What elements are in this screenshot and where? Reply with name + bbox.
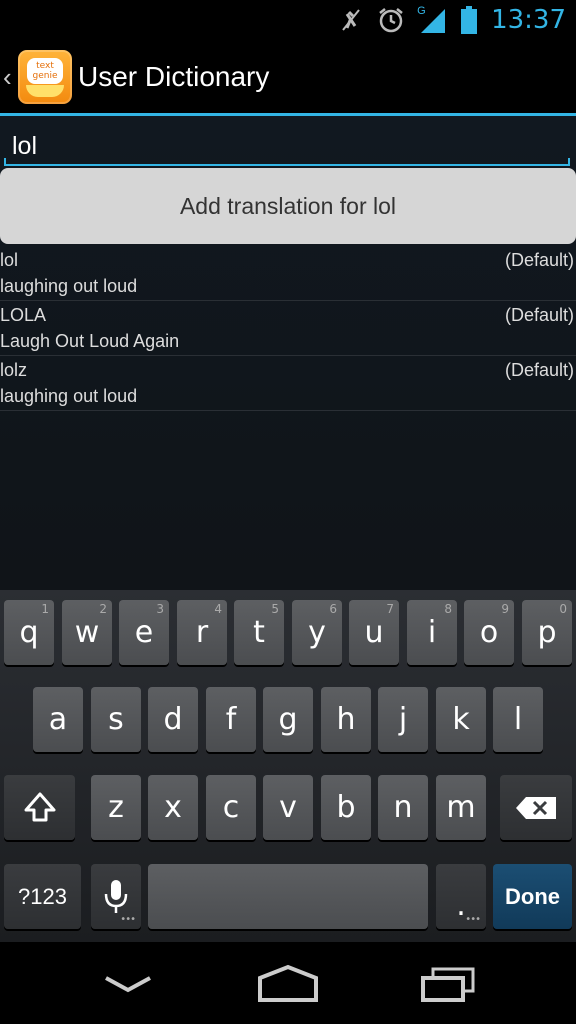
back-button[interactable]	[96, 962, 160, 1006]
up-caret-icon: ‹	[3, 62, 12, 92]
app-icon: text genie	[18, 50, 72, 104]
recents-button[interactable]	[416, 962, 480, 1006]
app-icon-text: text genie	[32, 61, 58, 81]
list-item[interactable]: lol (Default) laughing out loud	[0, 246, 576, 301]
key-a[interactable]: a	[33, 687, 83, 752]
microphone-icon	[104, 879, 128, 913]
key-b[interactable]: b	[321, 775, 371, 840]
symbols-key[interactable]: ?123	[4, 864, 81, 929]
list-item[interactable]: lolz (Default) laughing out loud	[0, 356, 576, 411]
key-k[interactable]: k	[436, 687, 486, 752]
entry-word: LOLA	[0, 305, 47, 325]
search-input[interactable]: lol	[4, 122, 570, 166]
home-icon	[258, 964, 318, 1002]
key-m[interactable]: m	[436, 775, 486, 840]
alarm-icon	[377, 6, 405, 34]
key-v[interactable]: v	[263, 775, 313, 840]
key-g[interactable]: g	[263, 687, 313, 752]
network-type-label: G	[417, 5, 426, 17]
key-y[interactable]: y6	[292, 600, 342, 665]
key-c[interactable]: c	[206, 775, 256, 840]
search-underline	[4, 158, 570, 166]
done-key[interactable]: Done	[493, 864, 572, 929]
key-p[interactable]: p0	[522, 600, 572, 665]
list-item[interactable]: LOLA (Default) Laugh Out Loud Again	[0, 301, 576, 356]
key-i[interactable]: i8	[407, 600, 457, 665]
home-button[interactable]	[254, 962, 322, 1006]
key-w[interactable]: w2	[62, 600, 112, 665]
status-bar: G 13:37	[0, 0, 576, 40]
entry-word: lol	[0, 250, 19, 270]
key-r[interactable]: r4	[177, 600, 227, 665]
page-title: User Dictionary	[78, 61, 270, 92]
backspace-icon	[516, 796, 556, 819]
key-h[interactable]: h	[321, 687, 371, 752]
main-content: lol Add translation for lol lol (Default…	[0, 116, 576, 590]
clock: 13:37	[491, 5, 566, 35]
key-x[interactable]: x	[148, 775, 198, 840]
recents-icon	[421, 967, 475, 1002]
entry-locale: (Default)	[504, 250, 574, 270]
soft-keyboard: q1 w2 e3 r4 t5 y6 u7 i8 o9 p0 a s d f g …	[0, 590, 576, 942]
space-bar[interactable]	[148, 864, 428, 929]
voice-input-key[interactable]: •••	[91, 864, 141, 929]
key-o[interactable]: o9	[464, 600, 514, 665]
key-f[interactable]: f	[206, 687, 256, 752]
entry-word: lolz	[0, 360, 28, 380]
key-n[interactable]: n	[378, 775, 428, 840]
key-e[interactable]: e3	[119, 600, 169, 665]
navigation-bar	[0, 942, 576, 1024]
entry-locale: (Default)	[504, 360, 574, 380]
shift-key[interactable]	[4, 775, 75, 840]
period-key[interactable]: . •••	[436, 864, 486, 929]
entry-meaning: Laugh Out Loud Again	[0, 331, 180, 351]
entry-meaning: laughing out loud	[0, 276, 138, 296]
key-l[interactable]: l	[493, 687, 543, 752]
shift-icon	[24, 792, 55, 821]
key-z[interactable]: z	[91, 775, 141, 840]
add-translation-button[interactable]: Add translation for lol	[0, 168, 576, 244]
battery-icon	[461, 6, 478, 34]
action-bar: ‹ text genie User Dictionary	[0, 40, 576, 114]
signal-icon: G	[417, 5, 447, 33]
vibrate-off-icon	[339, 8, 363, 32]
entry-locale: (Default)	[504, 305, 574, 325]
back-icon	[105, 976, 151, 993]
delete-key[interactable]	[500, 775, 572, 840]
search-input-value[interactable]: lol	[12, 132, 37, 161]
entry-meaning: laughing out loud	[0, 386, 138, 406]
key-d[interactable]: d	[148, 687, 198, 752]
key-j[interactable]: j	[378, 687, 428, 752]
key-u[interactable]: u7	[349, 600, 399, 665]
key-t[interactable]: t5	[234, 600, 284, 665]
dictionary-list: lol (Default) laughing out loud LOLA (De…	[0, 246, 576, 411]
key-q[interactable]: q1	[4, 600, 54, 665]
key-s[interactable]: s	[91, 687, 141, 752]
